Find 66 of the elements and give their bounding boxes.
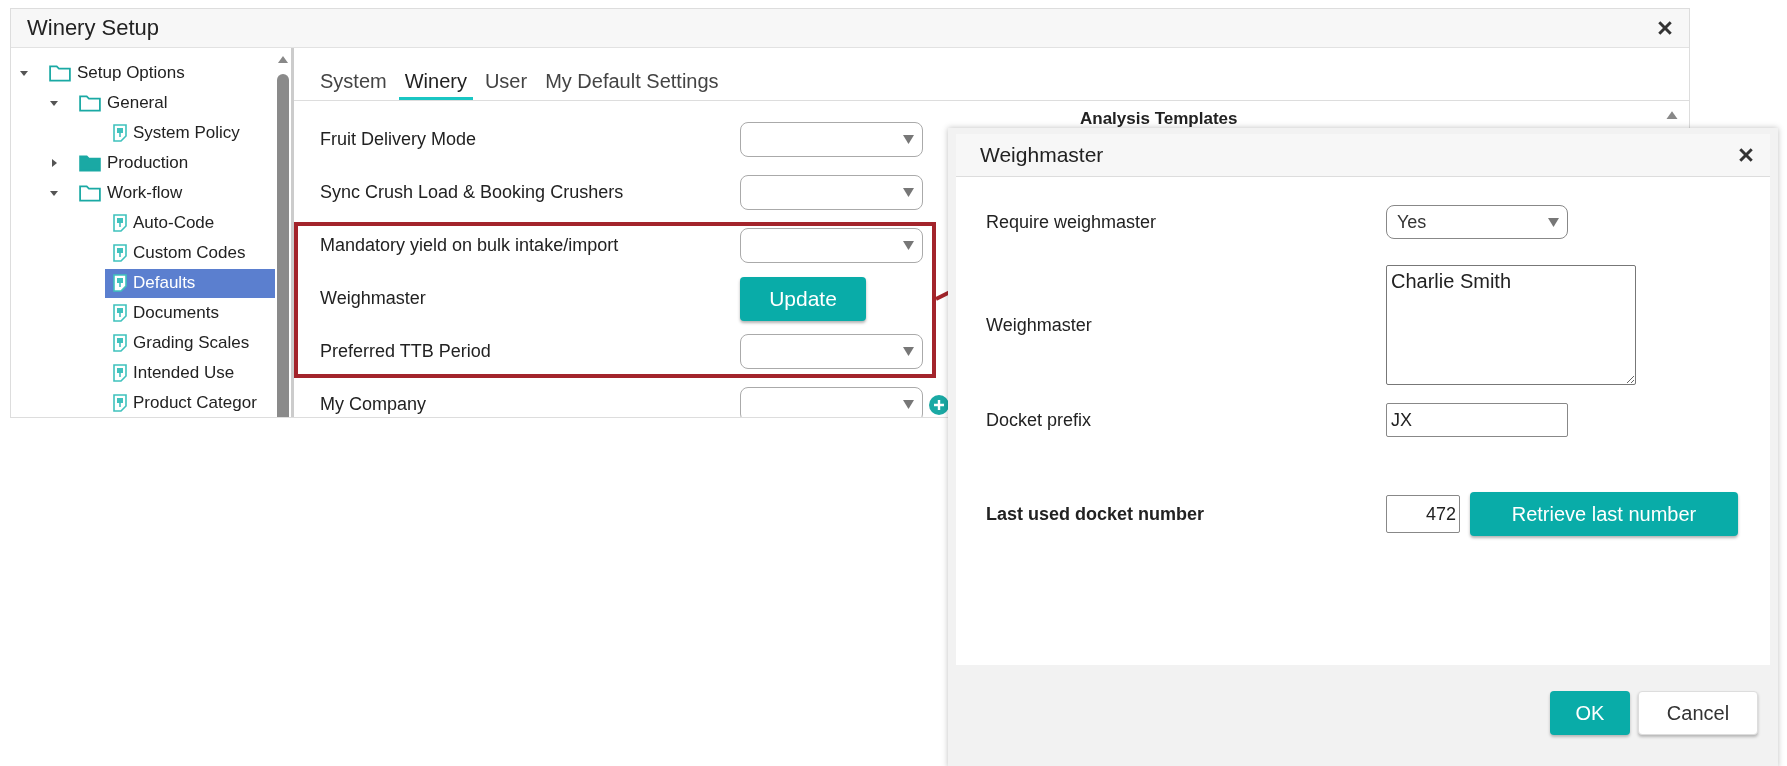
dropdown[interactable] <box>740 122 923 157</box>
setting-label: Fruit Delivery Mode <box>320 129 478 150</box>
dropdown-caret-icon <box>903 134 914 145</box>
dropdown[interactable] <box>740 175 923 210</box>
field-label: Weighmaster <box>986 314 1093 336</box>
field-label: Docket prefix <box>986 409 1093 431</box>
setting-label: Weighmaster <box>320 288 427 309</box>
document-icon <box>113 394 127 412</box>
add-icon[interactable] <box>929 394 949 415</box>
dropdown-caret-icon <box>1548 216 1559 228</box>
setting-label: Preferred TTB Period <box>320 341 492 362</box>
tree-item[interactable]: Documents <box>105 298 275 328</box>
tab[interactable]: Winery <box>398 70 473 100</box>
document-icon <box>113 124 127 142</box>
dropdown[interactable] <box>740 334 923 369</box>
dropdown[interactable] <box>740 228 923 263</box>
number-field[interactable]: 472 <box>1386 495 1460 533</box>
close-icon[interactable] <box>1738 147 1754 163</box>
tab[interactable]: My Default Settings <box>539 70 725 100</box>
close-icon[interactable] <box>1657 20 1673 36</box>
tree-item[interactable]: General <box>75 88 275 118</box>
scroll-up-icon[interactable] <box>277 54 289 64</box>
input-field[interactable]: JX <box>1386 403 1568 437</box>
expand-caret-icon[interactable] <box>49 158 59 168</box>
tree-item[interactable]: Work-flow <box>75 178 275 208</box>
tree-item[interactable]: Production <box>75 148 275 178</box>
folder-icon <box>79 154 101 172</box>
dropdown-caret-icon <box>903 399 914 410</box>
dialog-title: Weighmaster <box>980 143 1104 167</box>
document-icon <box>113 334 127 352</box>
tree-item[interactable]: Grading Scales <box>105 328 275 358</box>
cancel-button[interactable]: Cancel <box>1638 691 1758 735</box>
document-icon <box>113 364 127 382</box>
tree-item[interactable]: Defaults <box>105 268 275 298</box>
select-field[interactable]: Yes <box>1386 205 1568 239</box>
folder-icon <box>79 94 101 112</box>
document-icon <box>113 304 127 322</box>
text-area[interactable]: Charlie Smith <box>1386 265 1636 385</box>
folder-icon <box>79 184 101 202</box>
collapse-caret-icon[interactable] <box>19 68 29 78</box>
document-icon <box>113 274 127 292</box>
tree-item[interactable]: System Policy <box>105 118 275 148</box>
collapse-caret-icon[interactable] <box>49 188 59 198</box>
tab[interactable]: User <box>478 70 534 100</box>
tree-item[interactable]: Product Categor <box>105 388 275 417</box>
folder-icon <box>49 64 71 82</box>
setting-label: Mandatory yield on bulk intake/import <box>320 235 620 256</box>
dropdown-caret-icon <box>903 346 914 357</box>
scroll-up-icon[interactable] <box>1665 109 1679 120</box>
setting-label: Sync Crush Load & Booking Crushers <box>320 182 625 203</box>
dropdown-caret-icon <box>903 187 914 198</box>
window-title: Winery Setup <box>27 15 160 41</box>
document-icon <box>113 244 127 262</box>
tree-item[interactable]: Auto-Code <box>105 208 275 238</box>
tab[interactable]: System <box>314 70 393 100</box>
document-icon <box>113 214 127 232</box>
setting-label: My Company <box>320 394 428 415</box>
tree-item[interactable]: Intended Use <box>105 358 275 388</box>
field-label: Require weighmaster <box>986 211 1158 233</box>
dropdown-caret-icon <box>903 240 914 251</box>
section-heading: Analysis Templates <box>1080 109 1238 129</box>
tree-item[interactable]: Custom Codes <box>105 238 275 268</box>
field-label: Last used docket number <box>986 503 1206 525</box>
collapse-caret-icon[interactable] <box>49 98 59 108</box>
dropdown[interactable] <box>740 387 923 417</box>
tree-item[interactable]: Setup Options <box>45 58 275 88</box>
